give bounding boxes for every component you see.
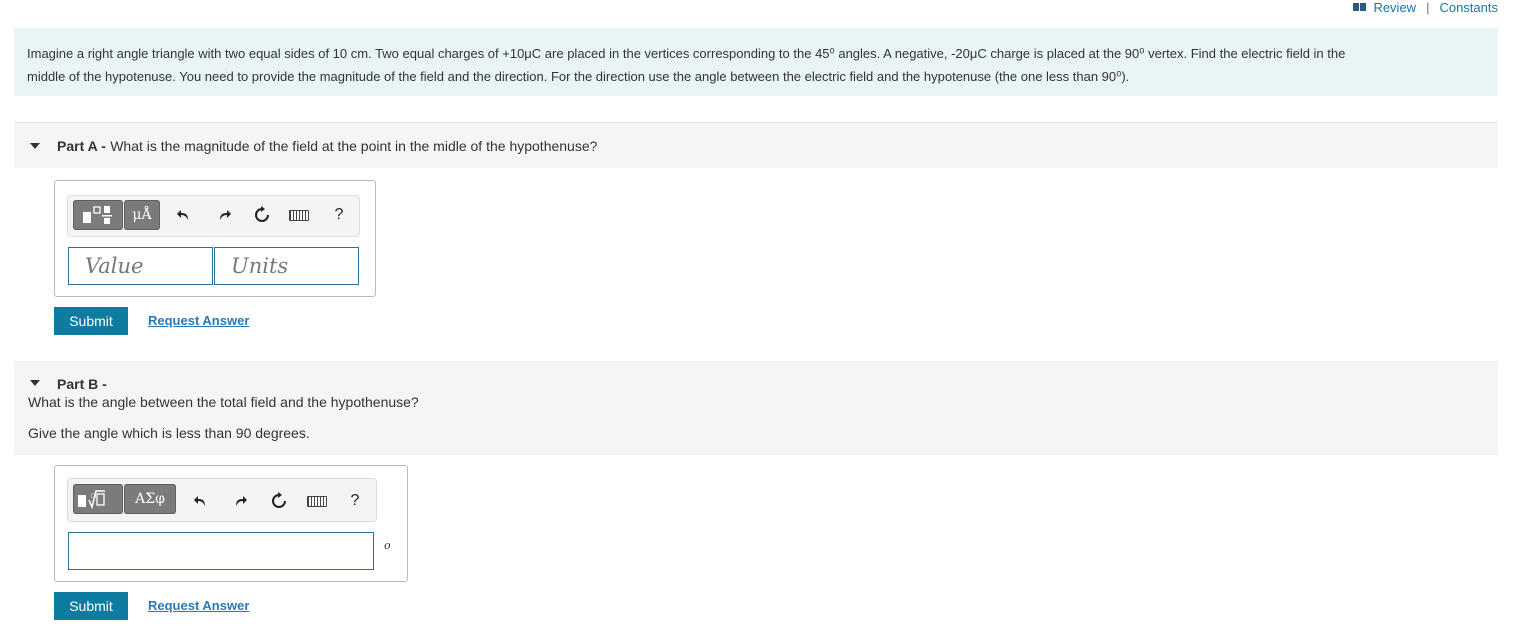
constants-link[interactable]: Constants — [1439, 0, 1498, 15]
divider: | — [1426, 0, 1430, 15]
help-button[interactable]: ? — [343, 482, 367, 520]
collapse-arrow-icon[interactable] — [30, 380, 40, 386]
undo-icon[interactable] — [172, 196, 196, 234]
angle-input[interactable] — [68, 532, 374, 570]
redo-icon[interactable] — [228, 482, 252, 520]
greek-symbols-button[interactable]: ΑΣφ — [124, 484, 176, 514]
templates-icon: □ — [78, 490, 105, 510]
svg-text:□: □ — [91, 492, 97, 499]
part-a-question: What is the magnitude of the field at th… — [110, 138, 598, 154]
part-a-answer-box: μÅ ? Value Units — [54, 180, 376, 297]
templates-icon — [83, 206, 112, 224]
part-b-answer-box: □ ΑΣφ ? o — [54, 465, 408, 582]
reset-icon[interactable] — [267, 482, 291, 520]
keyboard-icon[interactable] — [287, 196, 311, 234]
top-links: Review | Constants — [1353, 0, 1498, 15]
templates-button[interactable] — [73, 200, 123, 230]
greek-button-label: ΑΣφ — [135, 491, 165, 507]
part-a-header[interactable]: Part A - What is the magnitude of the fi… — [14, 122, 1498, 168]
help-button[interactable]: ? — [327, 196, 351, 234]
part-b-header[interactable]: Part B - What is the angle between the t… — [14, 361, 1498, 455]
value-input[interactable]: Value — [68, 247, 213, 285]
part-b-question: What is the angle between the total fiel… — [28, 394, 419, 410]
problem-text-line-2: middle of the hypotenuse. You need to pr… — [27, 68, 1130, 84]
problem-statement: Imagine a right angle triangle with two … — [14, 28, 1498, 96]
redo-icon[interactable] — [212, 196, 236, 234]
part-a-request-answer-link[interactable]: Request Answer — [148, 313, 249, 328]
degree-symbol: o — [384, 539, 391, 552]
part-b-submit-button[interactable]: Submit — [54, 592, 128, 620]
reset-icon[interactable] — [250, 196, 274, 234]
collapse-arrow-icon[interactable] — [30, 143, 40, 149]
units-button-label: μÅ — [132, 207, 152, 223]
templates-button[interactable]: □ — [73, 484, 123, 514]
units-button[interactable]: μÅ — [124, 200, 160, 230]
units-input[interactable]: Units — [214, 247, 359, 285]
part-b-math-toolbar: □ ΑΣφ ? — [67, 478, 377, 522]
review-link[interactable]: Review — [1373, 0, 1416, 15]
keyboard-icon[interactable] — [305, 482, 329, 520]
part-b-instruction: Give the angle which is less than 90 deg… — [28, 425, 310, 441]
part-b-request-answer-link[interactable]: Request Answer — [148, 598, 249, 613]
problem-text-line-1: Imagine a right angle triangle with two … — [27, 46, 1346, 61]
part-b-label: Part B - — [57, 376, 107, 392]
book-icon — [1353, 3, 1367, 11]
part-a-label: Part A - — [57, 138, 106, 154]
part-a-math-toolbar: μÅ ? — [67, 195, 360, 237]
part-a-submit-button[interactable]: Submit — [54, 307, 128, 335]
undo-icon[interactable] — [189, 482, 213, 520]
